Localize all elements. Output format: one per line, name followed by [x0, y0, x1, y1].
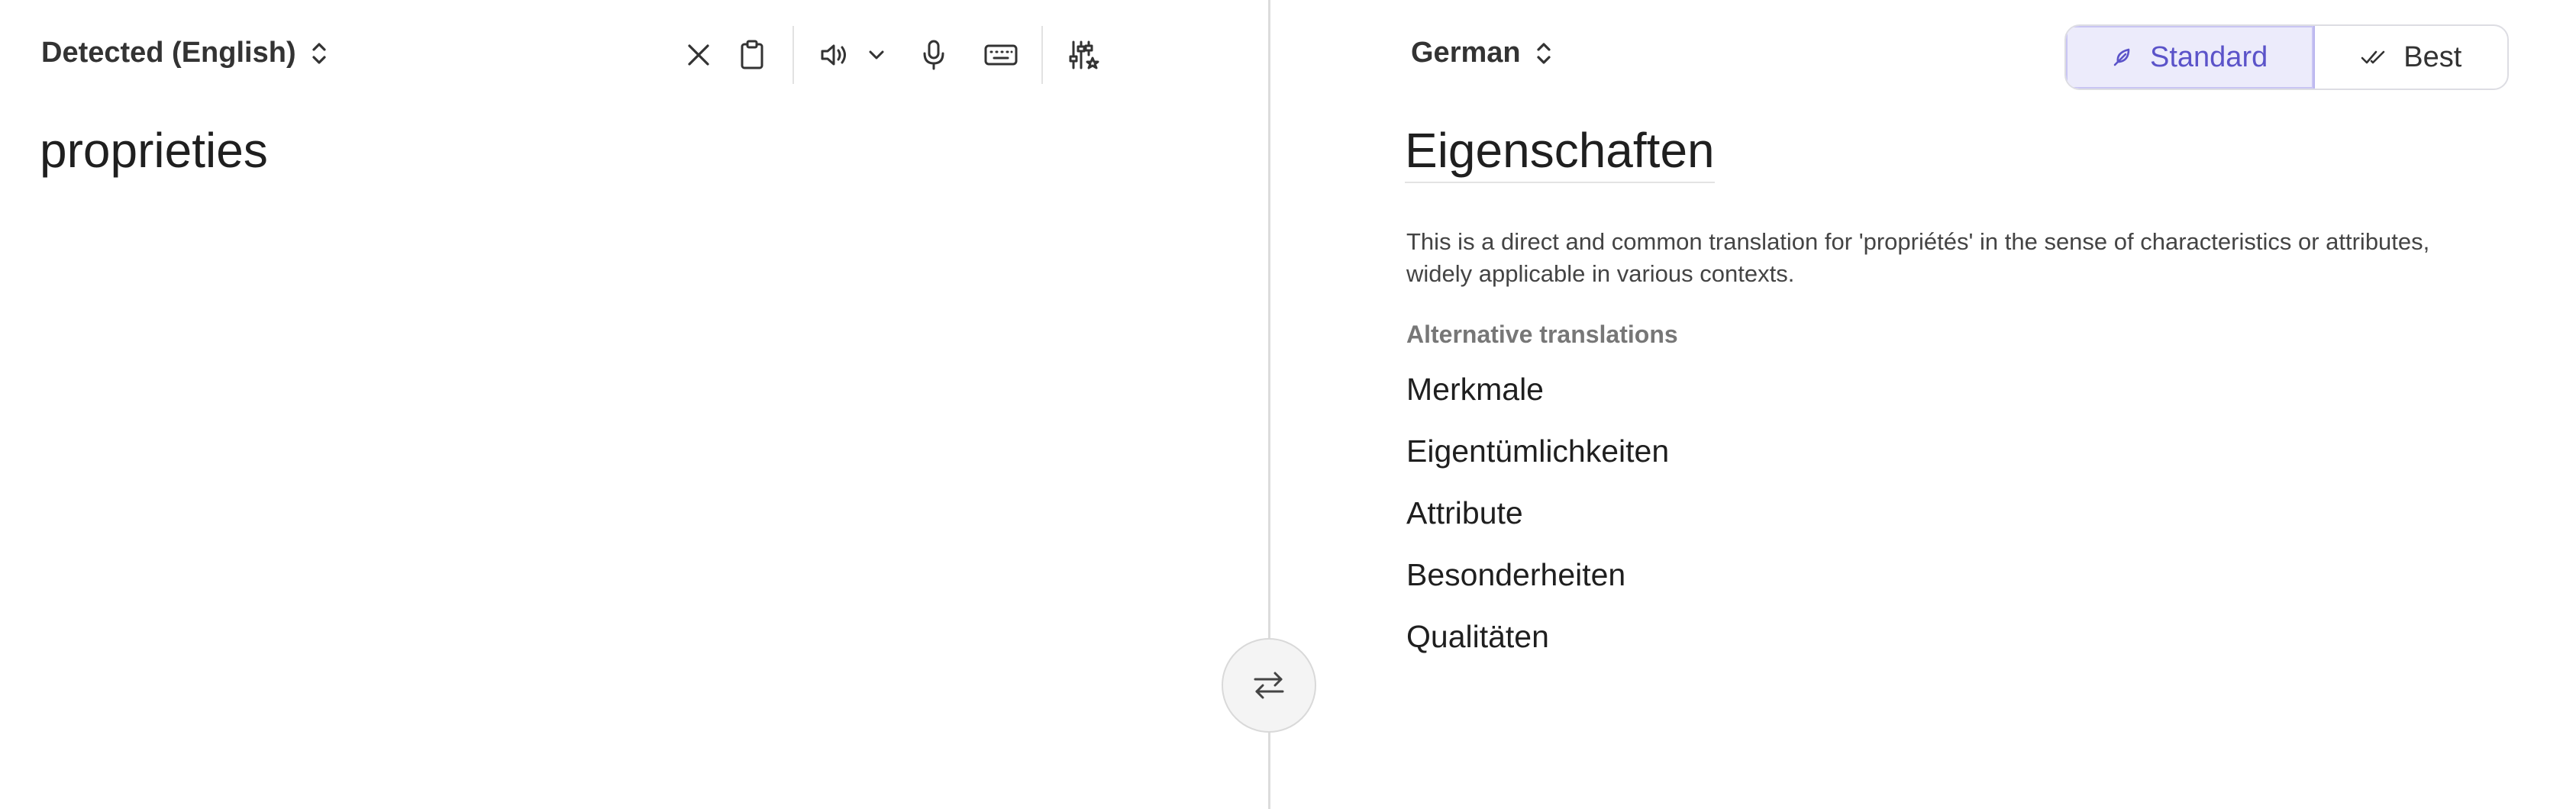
standard-mode-button[interactable]: Standard [2066, 26, 2316, 89]
translation-explanation: This is a direct and common translation … [1406, 228, 2430, 287]
alternative-item[interactable]: Attribute [1406, 490, 1669, 552]
best-mode-label: Best [2403, 40, 2462, 73]
double-check-icon [2361, 49, 2387, 66]
chevron-down-icon [868, 50, 885, 60]
keyboard-icon [984, 44, 1018, 66]
alternative-item[interactable]: Besonderheiten [1406, 552, 1669, 614]
feather-icon [2112, 47, 2133, 68]
close-icon [686, 42, 712, 68]
target-language-label: German [1411, 37, 1521, 69]
alternative-item[interactable]: Qualitäten [1406, 614, 1669, 675]
standard-mode-label: Standard [2150, 40, 2268, 73]
speaker-icon [819, 41, 850, 69]
alternatives-list: Merkmale Eigentümlichkeiten Attribute Be… [1406, 366, 1669, 675]
speaker-options-button[interactable] [861, 29, 892, 81]
source-text-input[interactable]: proprieties [40, 122, 268, 179]
updown-chevron-icon [1535, 40, 1553, 67]
customization-button[interactable] [1057, 29, 1110, 81]
swap-languages-button[interactable] [1222, 638, 1316, 733]
clipboard-icon [739, 40, 765, 70]
alternatives-heading: Alternative translations [1406, 321, 1678, 348]
sliders-icon [1067, 40, 1099, 70]
microphone-button[interactable] [907, 29, 960, 81]
alternative-item[interactable]: Eigentümlichkeiten [1406, 428, 1669, 490]
source-language-label: Detected (English) [41, 37, 296, 69]
translator-app: Detected (English) proprieties German St… [0, 0, 2576, 809]
translation-mode-toggle: Standard Best [2064, 24, 2510, 90]
source-toolbar [672, 26, 1110, 84]
microphone-icon [922, 39, 946, 71]
toolbar-divider [1041, 26, 1043, 84]
swap-arrows-icon [1252, 670, 1286, 701]
updown-chevron-icon [310, 40, 328, 67]
paste-button[interactable] [725, 29, 779, 81]
speak-button[interactable] [808, 29, 861, 81]
source-language-select[interactable]: Detected (English) [41, 37, 328, 69]
clear-button[interactable] [672, 29, 725, 81]
best-mode-button[interactable]: Best [2315, 26, 2507, 89]
keyboard-button[interactable] [974, 29, 1028, 81]
target-language-select[interactable]: German [1411, 37, 1553, 69]
translation-output[interactable]: Eigenschaften [1405, 122, 1715, 183]
alternative-item[interactable]: Merkmale [1406, 366, 1669, 428]
toolbar-divider [792, 26, 794, 84]
